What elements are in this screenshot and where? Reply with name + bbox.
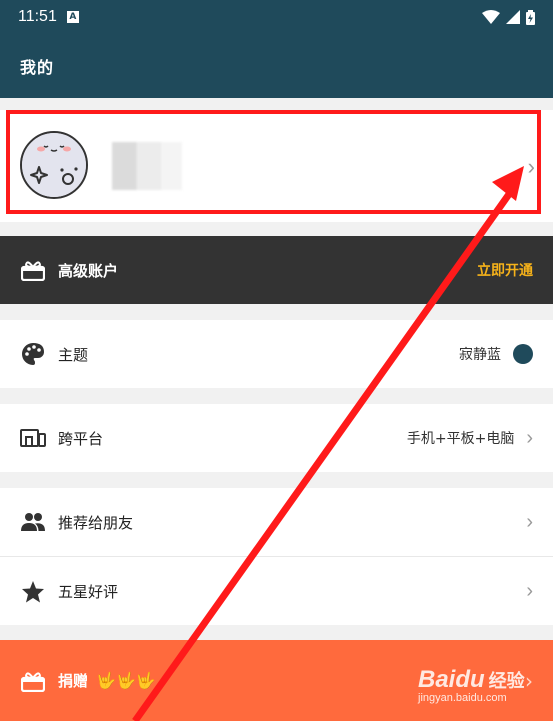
- annotation-arrow: [132, 166, 524, 721]
